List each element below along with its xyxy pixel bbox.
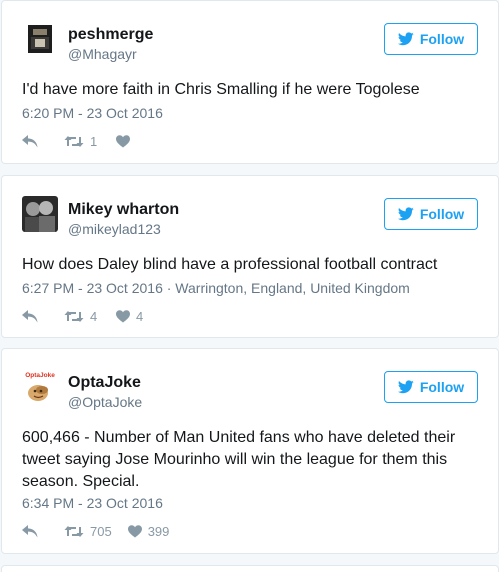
- retweet-icon: [64, 525, 84, 537]
- like-count: 4: [136, 308, 144, 324]
- follow-label: Follow: [419, 379, 465, 395]
- like-icon: [116, 309, 130, 322]
- reply-icon: [22, 309, 38, 322]
- tweet-meta: 6:27 PM - 23 Oct 2016 · Warrington, Engl…: [22, 280, 410, 296]
- twitter-bird-icon: [397, 32, 414, 46]
- like-button[interactable]: 4: [116, 309, 146, 324]
- retweet-count: 1: [90, 133, 98, 149]
- tweet-meta: 6:34 PM - 23 Oct 2016: [22, 495, 163, 511]
- avatar[interactable]: [22, 21, 58, 57]
- retweet-count: 705: [90, 523, 112, 539]
- action-bar: 1: [22, 132, 146, 150]
- tweet-card: Mikey wharton @mikeylad123 Follow How do…: [1, 175, 499, 338]
- timestamp[interactable]: 6:34 PM - 23 Oct 2016: [22, 495, 163, 511]
- display-name[interactable]: OptaJoke: [68, 374, 141, 392]
- retweet-icon: [64, 310, 84, 322]
- follow-label: Follow: [419, 206, 465, 222]
- follow-button[interactable]: Follow: [384, 371, 478, 403]
- twitter-bird-icon: [397, 380, 414, 394]
- avatar[interactable]: OptaJoke: [22, 369, 58, 405]
- user-handle[interactable]: @OptaJoke: [68, 394, 142, 410]
- tweet-text: 600,466 - Number of Man United fans who …: [22, 429, 456, 490]
- reply-button[interactable]: [22, 309, 42, 323]
- display-name[interactable]: Mikey wharton: [68, 201, 179, 219]
- reply-icon: [22, 134, 38, 147]
- action-bar: 705 399: [22, 522, 169, 540]
- like-icon: [116, 134, 130, 147]
- tweet-text: I'd have more faith in Chris Smalling if…: [22, 81, 420, 98]
- reply-button[interactable]: [22, 524, 42, 538]
- follow-button[interactable]: Follow: [384, 23, 478, 55]
- retweet-button[interactable]: 4: [64, 309, 100, 324]
- like-button[interactable]: [116, 134, 146, 148]
- tweet-card: peshmerge @Mhagayr Follow I'd have more …: [1, 0, 499, 164]
- user-handle[interactable]: @Mhagayr: [68, 46, 137, 62]
- retweet-button[interactable]: 1: [64, 134, 100, 149]
- user-handle[interactable]: @mikeylad123: [68, 221, 161, 237]
- timestamp[interactable]: 6:27 PM - 23 Oct 2016: [22, 280, 163, 296]
- retweet-button[interactable]: 705: [64, 524, 112, 539]
- avatar-label: OptaJoke: [25, 372, 55, 379]
- tweet-text: How does Daley blind have a professional…: [22, 256, 438, 273]
- follow-button[interactable]: Follow: [384, 198, 478, 230]
- retweet-icon: [64, 135, 84, 147]
- action-bar: 4 4: [22, 307, 146, 325]
- display-name[interactable]: peshmerge: [68, 26, 153, 44]
- timestamp[interactable]: 6:20 PM - 23 Oct 2016: [22, 105, 163, 121]
- like-icon: [127, 524, 142, 537]
- reply-button[interactable]: [22, 134, 42, 148]
- twitter-bird-icon: [397, 207, 414, 221]
- like-button[interactable]: 399: [127, 523, 170, 539]
- retweet-count: 4: [90, 308, 98, 324]
- follow-label: Follow: [419, 31, 465, 47]
- tweet-feed: peshmerge @Mhagayr Follow I'd have more …: [0, 0, 499, 572]
- tweet-meta: 6:20 PM - 23 Oct 2016: [22, 105, 163, 121]
- tweet-card: OptaJoke OptaJoke @OptaJoke Follow 600,4…: [1, 348, 499, 554]
- reply-icon: [22, 524, 38, 537]
- location[interactable]: · Warrington, England, United Kingdom: [163, 280, 410, 296]
- avatar[interactable]: [22, 196, 58, 232]
- tweet-card-partial: [1, 565, 499, 572]
- like-count: 399: [147, 523, 170, 539]
